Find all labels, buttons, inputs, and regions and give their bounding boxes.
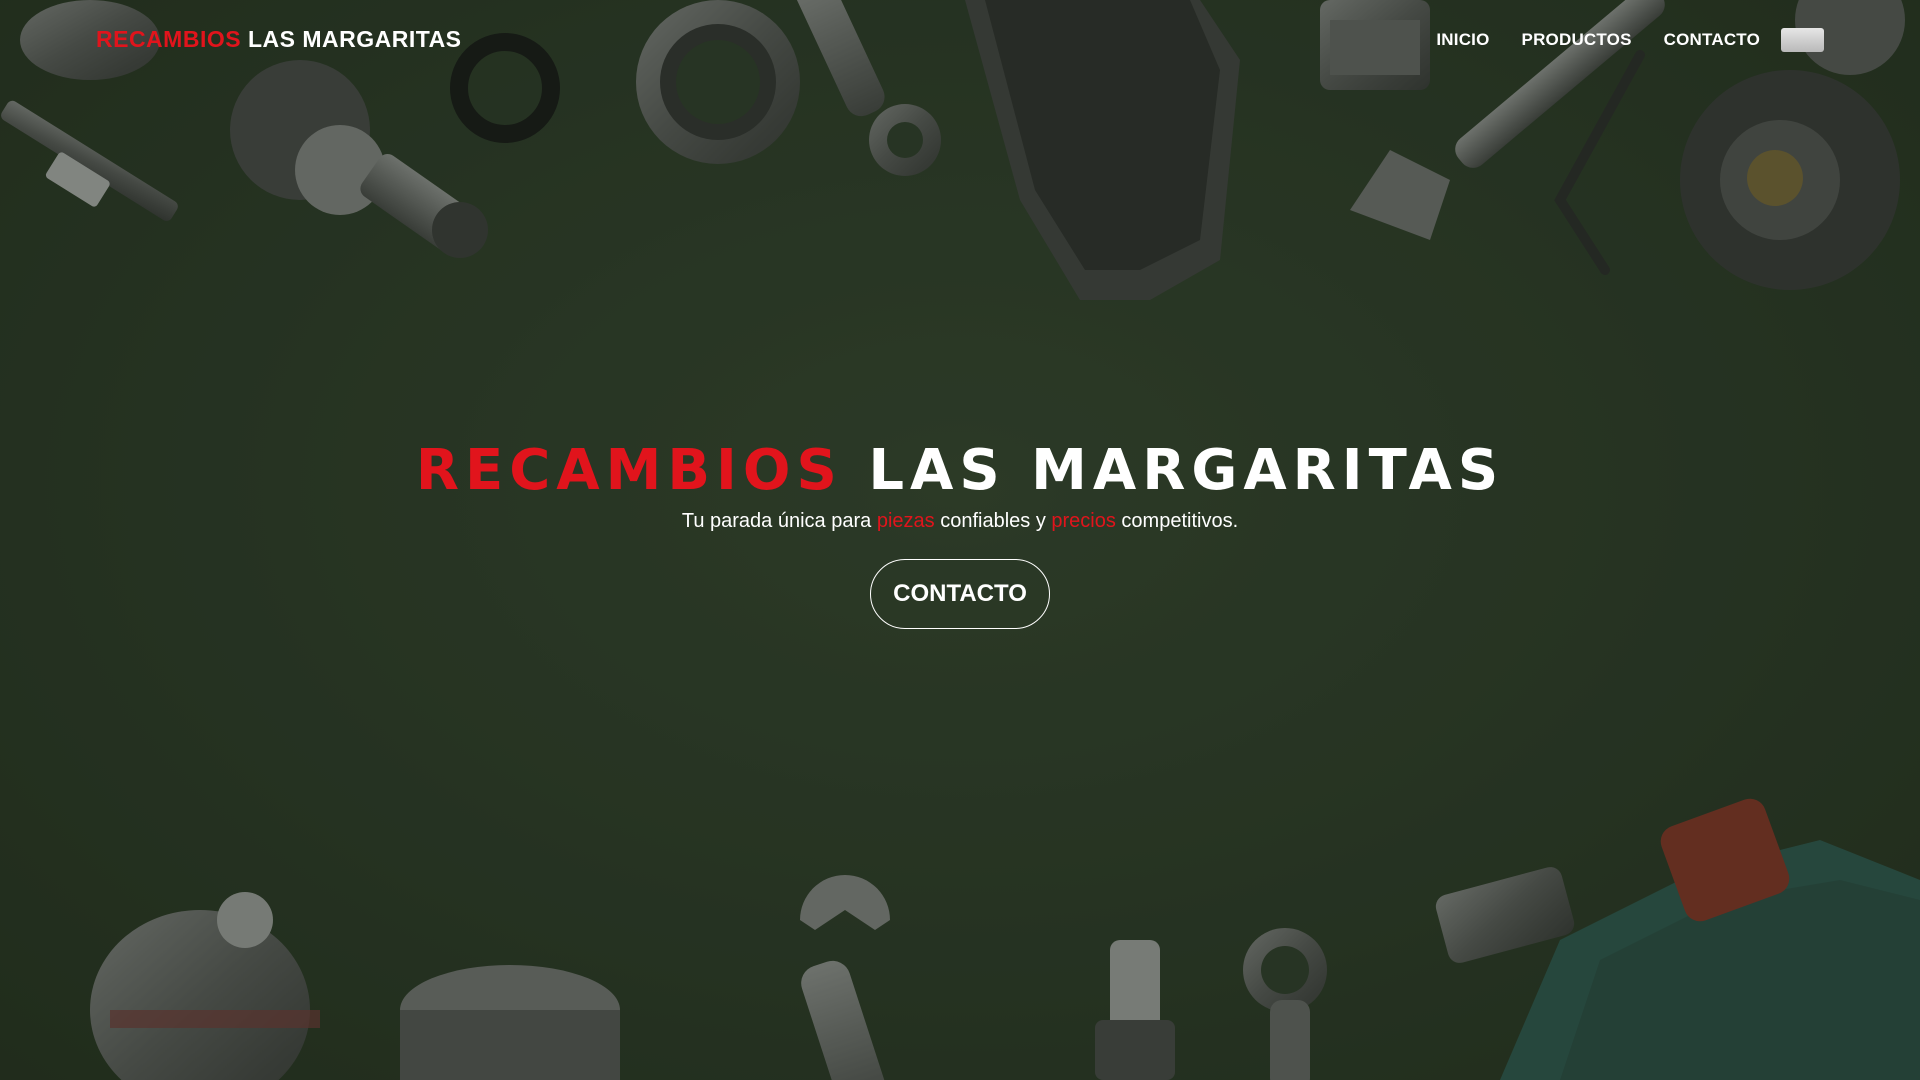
toggle-switch[interactable] xyxy=(1781,28,1824,52)
hero-tagline: Tu parada única para piezas confiables y… xyxy=(0,510,1920,533)
tagline-part-3: competitivos. xyxy=(1115,509,1239,532)
hero-title-accent: RECAMBIOS xyxy=(415,438,843,503)
tagline-accent-precios: precios xyxy=(1051,509,1116,532)
hero-section: RECAMBIOS LAS MARGARITAS INICIO PRODUCTO… xyxy=(0,0,1920,1080)
brand-accent-text: RECAMBIOS xyxy=(96,26,242,52)
brand-logo[interactable]: RECAMBIOS LAS MARGARITAS xyxy=(96,26,462,53)
top-navbar: RECAMBIOS LAS MARGARITAS INICIO PRODUCTO… xyxy=(0,0,1920,80)
hero-content: RECAMBIOS LAS MARGARITAS Tu parada única… xyxy=(0,440,1920,629)
tagline-part-2: confiables y xyxy=(934,509,1052,532)
nav-link-productos[interactable]: PRODUCTOS xyxy=(1522,30,1632,50)
main-menu: INICIO PRODUCTOS CONTACTO xyxy=(1436,30,1760,50)
tagline-part-1: Tu parada única para xyxy=(681,509,877,532)
nav-link-inicio[interactable]: INICIO xyxy=(1436,30,1489,50)
nav-link-contacto[interactable]: CONTACTO xyxy=(1664,30,1760,50)
tagline-accent-piezas: piezas xyxy=(876,509,935,532)
hero-title-rest: LAS MARGARITAS xyxy=(868,438,1505,503)
contacto-button[interactable]: CONTACTO xyxy=(870,558,1050,629)
brand-rest-text: LAS MARGARITAS xyxy=(247,26,462,52)
hero-title: RECAMBIOS LAS MARGARITAS xyxy=(0,440,1920,502)
